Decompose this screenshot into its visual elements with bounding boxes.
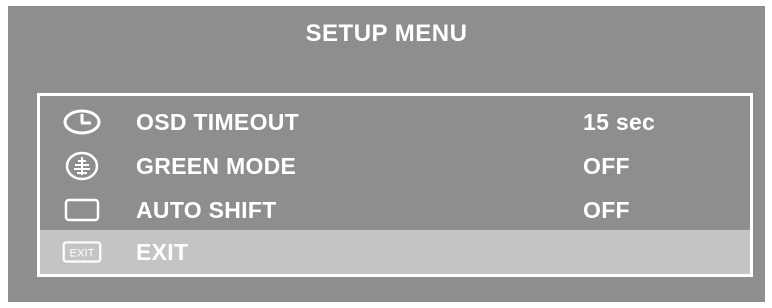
screen-icon (62, 195, 102, 225)
menu-item-label: OSD TIMEOUT (136, 108, 300, 135)
menu-item-osd-timeout[interactable]: OSD TIMEOUT 15 sec (40, 100, 750, 144)
menu-item-value: 15 sec (583, 108, 656, 135)
setup-menu-window: SETUP MENU OSD TIMEOUT 15 sec GREEN MODE… (8, 6, 765, 302)
exit-icon-text: EXIT (69, 247, 94, 259)
menu-item-label: EXIT (136, 238, 189, 265)
clock-icon (62, 107, 102, 137)
menu-item-label: AUTO SHIFT (136, 196, 277, 223)
menu-title: SETUP MENU (305, 20, 468, 47)
tree-icon (62, 151, 102, 181)
menu-item-value: OFF (583, 196, 630, 223)
menu-item-auto-shift[interactable]: AUTO SHIFT OFF (40, 188, 750, 232)
menu-item-value: OFF (583, 152, 630, 179)
menu-item-exit[interactable]: EXIT EXIT (40, 230, 750, 274)
exit-icon: EXIT (62, 237, 102, 267)
menu-item-green-mode[interactable]: GREEN MODE OFF (40, 144, 750, 188)
menu-item-label: GREEN MODE (136, 152, 297, 179)
menu-panel: OSD TIMEOUT 15 sec GREEN MODE OFF AUTO S… (37, 93, 753, 277)
